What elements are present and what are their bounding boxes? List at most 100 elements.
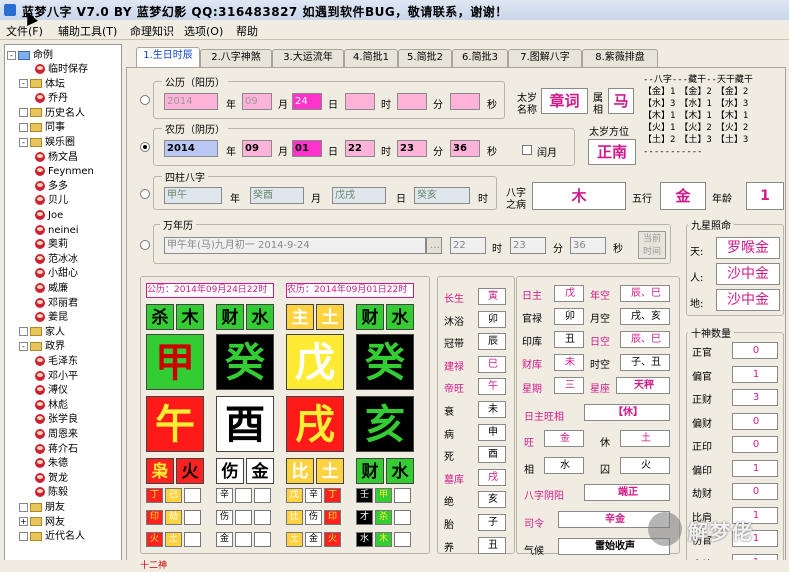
tree-item[interactable]: 同事 bbox=[19, 121, 65, 135]
nongli-hour[interactable]: 22 bbox=[345, 140, 375, 157]
tree-root[interactable]: - 命例 bbox=[7, 49, 53, 63]
expand-icon[interactable] bbox=[19, 531, 28, 541]
leap-checkbox[interactable] bbox=[522, 145, 532, 155]
nongli-sec[interactable]: 36 bbox=[450, 140, 480, 157]
wannian-radio[interactable] bbox=[140, 240, 150, 250]
sizhu-day-select[interactable]: 戊戌 bbox=[332, 187, 386, 204]
tree-item[interactable]: 张学良 bbox=[35, 413, 78, 427]
tree-item[interactable]: 朱德 bbox=[35, 457, 68, 471]
info-label: 日主旺相 bbox=[524, 412, 564, 423]
menu-knowledge[interactable]: 命理知识 bbox=[130, 23, 174, 39]
gongli-radio[interactable] bbox=[140, 95, 150, 105]
menu-tools[interactable]: 辅助工具(T) bbox=[58, 23, 117, 39]
expand-icon[interactable]: - bbox=[19, 341, 28, 351]
tree-item[interactable]: 朋友 bbox=[19, 501, 65, 515]
gongli-hour[interactable] bbox=[345, 93, 375, 110]
expand-icon[interactable]: - bbox=[19, 137, 28, 147]
sizhu-hour-select[interactable]: 癸亥 bbox=[414, 187, 470, 204]
tab-jianpi2[interactable]: 5.简批2 bbox=[398, 49, 452, 67]
pillar-top-shishen: 财 bbox=[216, 304, 244, 330]
info-label: 休 bbox=[600, 438, 610, 449]
collapse-icon[interactable]: - bbox=[7, 50, 16, 60]
expand-icon[interactable]: - bbox=[19, 79, 28, 89]
tree-item[interactable]: + 网友 bbox=[19, 516, 65, 530]
expand-icon[interactable] bbox=[19, 327, 28, 337]
tree-item[interactable]: 乔丹 bbox=[35, 92, 68, 106]
tree-item[interactable]: 小甜心 bbox=[35, 267, 78, 281]
tree-item[interactable]: 家人 bbox=[19, 326, 65, 340]
hidden-stem-cell bbox=[235, 488, 252, 503]
tree-item[interactable]: - 体坛 bbox=[19, 78, 65, 92]
menu-options[interactable]: 选项(O) bbox=[184, 23, 223, 39]
tab-shensha[interactable]: 2.八字神煞 bbox=[200, 49, 272, 67]
wannian-hour[interactable]: 22 bbox=[450, 237, 486, 254]
menu-file[interactable]: 文件(F) bbox=[6, 23, 43, 39]
gongli-sec[interactable] bbox=[450, 93, 480, 110]
wannian-date-button[interactable]: … bbox=[426, 237, 442, 254]
tree-item[interactable]: Joe bbox=[35, 209, 63, 223]
gongli-month[interactable]: 09 bbox=[242, 93, 272, 110]
tree-item[interactable]: 杨文昌 bbox=[35, 151, 78, 165]
menu-help[interactable]: 帮助 bbox=[236, 23, 258, 39]
tree-item[interactable]: 威廉 bbox=[35, 282, 68, 296]
tree-item[interactable]: 贺龙 bbox=[35, 472, 68, 486]
tab-ziwei[interactable]: 8.紫薇排盘 bbox=[582, 49, 658, 67]
tree-item[interactable]: - 娱乐圈 bbox=[19, 136, 75, 150]
tree-item[interactable]: 邓小平 bbox=[35, 370, 78, 384]
changsheng-label: 衰 bbox=[444, 407, 454, 418]
hidden-stem-cell: 金 bbox=[305, 532, 322, 547]
tree-item[interactable]: neinei bbox=[35, 224, 79, 238]
nongli-radio[interactable] bbox=[140, 142, 150, 152]
tree-item[interactable]: Feynmen bbox=[35, 165, 94, 179]
jiuxing-tian: 罗喉金 bbox=[716, 237, 780, 259]
tab-birth[interactable]: 1.生日时辰 bbox=[136, 47, 200, 67]
nongli-minute[interactable]: 23 bbox=[397, 140, 427, 157]
wannian-sec[interactable]: 36 bbox=[570, 237, 606, 254]
tab-jianpi3[interactable]: 6.简批3 bbox=[452, 49, 508, 67]
tree-item[interactable]: 陈毅 bbox=[35, 486, 68, 500]
tab-tujie[interactable]: 7.图解八字 bbox=[508, 49, 582, 67]
sizhu-radio[interactable] bbox=[140, 189, 150, 199]
wannian-minute[interactable]: 23 bbox=[510, 237, 546, 254]
case-tree[interactable]: - 命例 临时保存 - 体坛 乔丹 历史名人 同事 - 娱乐圈 杨文昌 Feynmen 多多 贝儿 Jo… bbox=[4, 44, 122, 572]
tree-item[interactable]: - 政界 bbox=[19, 340, 65, 354]
tab-dayun[interactable]: 3.大运流年 bbox=[272, 49, 344, 67]
expand-icon[interactable] bbox=[19, 502, 28, 512]
wannian-date[interactable]: 甲午年(马)九月初一 2014-9-24 bbox=[164, 237, 426, 254]
tree-item[interactable]: 历史名人 bbox=[19, 107, 85, 121]
gongli-day[interactable]: 24 bbox=[292, 93, 322, 110]
tree-item[interactable]: 贝儿 bbox=[35, 194, 68, 208]
tree-item[interactable]: 临时保存 bbox=[35, 63, 88, 77]
tree-item[interactable]: 范冰冰 bbox=[35, 253, 78, 267]
hidden-stem-cell bbox=[254, 510, 271, 525]
expand-icon[interactable] bbox=[19, 122, 28, 132]
gongli-year[interactable]: 2014 bbox=[164, 93, 218, 110]
folder-icon bbox=[30, 531, 42, 541]
tree-item[interactable]: 毛泽东 bbox=[35, 355, 78, 369]
tree-item[interactable]: 周恩来 bbox=[35, 428, 78, 442]
expand-icon[interactable] bbox=[19, 108, 28, 118]
expand-icon[interactable]: + bbox=[19, 517, 28, 527]
sizhu-month-select[interactable]: 癸酉 bbox=[250, 187, 304, 204]
tree-item[interactable]: 多多 bbox=[35, 180, 68, 194]
label-year: 年 bbox=[226, 100, 236, 111]
nongli-year[interactable]: 2014 bbox=[164, 140, 218, 157]
tree-item[interactable]: 姜昆 bbox=[35, 311, 68, 325]
tree-item[interactable]: 近代名人 bbox=[19, 530, 85, 544]
tree-item[interactable]: 奥莉 bbox=[35, 238, 68, 252]
tree-item[interactable]: 蒋介石 bbox=[35, 443, 78, 457]
current-time-button[interactable]: 当前时间 bbox=[638, 231, 666, 259]
nongli-day[interactable]: 01 bbox=[292, 140, 322, 157]
gongli-minute[interactable] bbox=[397, 93, 427, 110]
hidden-stem-cell: 水 bbox=[356, 532, 373, 547]
tree-item[interactable]: 邓丽君 bbox=[35, 297, 78, 311]
tree-item[interactable]: 林彪 bbox=[35, 399, 68, 413]
shishen-label: 偏财 bbox=[692, 418, 712, 430]
sizhu-year-select[interactable]: 甲午 bbox=[164, 187, 222, 204]
pillar-gan: 甲 bbox=[146, 334, 204, 390]
tab-jianpi1[interactable]: 4.简批1 bbox=[344, 49, 398, 67]
tree-item[interactable]: 溥仪 bbox=[35, 384, 68, 398]
age-label: 年龄 bbox=[712, 194, 732, 205]
nongli-month[interactable]: 09 bbox=[242, 140, 272, 157]
changsheng-value: 卯 bbox=[478, 310, 506, 328]
